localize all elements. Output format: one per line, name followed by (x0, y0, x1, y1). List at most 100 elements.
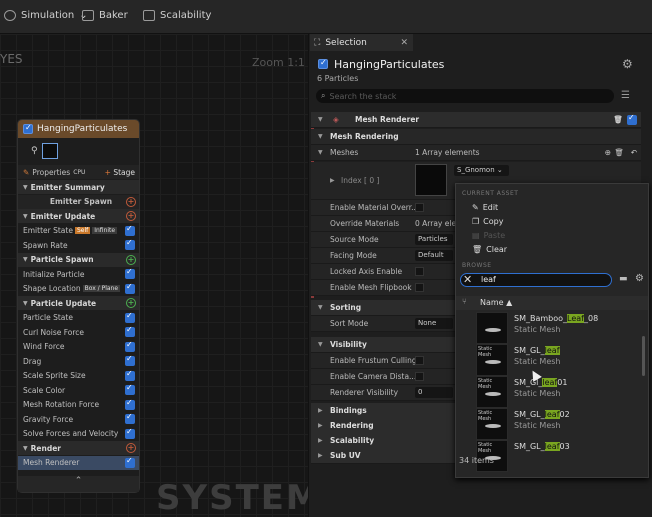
stack-row-enable-checkbox[interactable] (125, 383, 135, 395)
properties-row[interactable]: ✎ Properties CPU + Stage (18, 165, 139, 179)
add-module-icon[interactable]: + (126, 298, 136, 308)
asset-list-header[interactable]: ⑂ Name ▲ (456, 296, 648, 310)
collapse-arrow-icon: ▼ (318, 304, 323, 311)
asset-list-item[interactable]: SM_Bamboo_Leaf_08 Static Mesh (476, 312, 641, 345)
enable-material-override-checkbox[interactable] (415, 203, 424, 212)
stack-row-enable-checkbox[interactable] (125, 267, 135, 279)
mesh-flipbook-checkbox[interactable] (415, 283, 424, 292)
baker-button[interactable]: Baker (82, 10, 128, 21)
gear-icon[interactable]: ⚙ (635, 273, 644, 284)
asset-list-scrollbar[interactable] (642, 336, 645, 376)
stack-row-enable-checkbox[interactable] (125, 282, 135, 294)
tab-selection[interactable]: ⛶ Selection ✕ (310, 34, 413, 51)
sort-mode-dropdown[interactable]: None (415, 318, 453, 329)
asset-name-match: leaf (544, 346, 560, 355)
stack-row-enable-checkbox[interactable] (125, 224, 135, 236)
frustum-culling-checkbox[interactable] (415, 356, 424, 365)
stack-row[interactable]: Gravity Force (18, 412, 139, 426)
stack-row-badge: Self (74, 227, 91, 234)
stack-row[interactable]: ▼ Emitter Update + (18, 209, 139, 223)
chevron-down-icon: ⌄ (496, 166, 503, 174)
system-watermark: SYSTEM (156, 478, 322, 517)
stack-row-enable-checkbox[interactable] (125, 369, 135, 381)
folder-icon[interactable]: ▬ (619, 274, 628, 284)
stack-row-enable-checkbox[interactable] (125, 427, 135, 439)
edit-label: Edit (482, 203, 499, 212)
emitter-node-header[interactable]: HangingParticulates (18, 120, 139, 138)
asset-list-item[interactable]: Static Mesh SM_GL_leaf02 Static Mesh (476, 408, 641, 441)
collapse-node-button[interactable]: ⌃ (18, 476, 139, 492)
renderer-visibility-input[interactable]: 0 (415, 387, 453, 398)
stack-row[interactable]: ▼ Render + (18, 441, 139, 455)
stack-row[interactable]: Drag (18, 354, 139, 368)
emitter-enable-checkbox-panel[interactable] (318, 58, 328, 69)
stack-row[interactable]: Initialize Particle (18, 267, 139, 281)
stack-row[interactable]: Scale Sprite Size (18, 369, 139, 383)
stack-row[interactable]: Shape Location Box / Plane (18, 282, 139, 296)
asset-name-match: Leaf (567, 314, 584, 323)
asset-list-item[interactable]: Static Mesh SM_Gl_leaf01 Static Mesh (476, 376, 641, 409)
clear-menu-item[interactable]: 🗑 Clear (472, 245, 507, 254)
paste-menu-item[interactable]: ▤ Paste (472, 231, 505, 240)
add-element-icon[interactable]: ⊕ (605, 148, 611, 157)
stack-row-enable-checkbox[interactable] (125, 412, 135, 424)
mesh-rendering-section[interactable]: ▼ Mesh Rendering (311, 129, 641, 145)
locked-axis-checkbox[interactable] (415, 267, 424, 276)
add-module-icon[interactable]: + (126, 211, 136, 221)
trash-icon[interactable]: 🗑 (614, 148, 624, 157)
stack-row-enable-checkbox[interactable] (125, 325, 135, 337)
stack-row[interactable]: Emitter State Self Infinite (18, 224, 139, 238)
scalability-section-label: Scalability (330, 436, 375, 445)
stack-row[interactable]: Emitter Spawn + (18, 194, 139, 209)
close-icon[interactable]: ✕ (400, 38, 408, 48)
stack-row[interactable]: Curl Noise Force (18, 325, 139, 339)
facing-mode-dropdown[interactable]: Default (415, 250, 453, 261)
gear-icon[interactable]: ⚙ (622, 57, 633, 71)
meshes-row[interactable]: ▼ Meshes 1 Array elements ⊕ 🗑 ↶ (311, 145, 641, 161)
stack-row[interactable]: Scale Color (18, 383, 139, 397)
edit-menu-item[interactable]: ✎ Edit (472, 203, 498, 212)
stack-row-enable-checkbox[interactable] (125, 340, 135, 352)
stack-row-enable-checkbox[interactable] (125, 238, 135, 250)
stack-row[interactable]: ▼ Emitter Summary (18, 180, 139, 194)
stack-search-input[interactable]: ⌕ Search the stack (316, 89, 614, 103)
stack-row-enable-checkbox[interactable] (125, 354, 135, 366)
source-mode-dropdown[interactable]: Particles (415, 234, 453, 245)
stack-row-label: Mesh Renderer (23, 458, 80, 467)
filter-icon[interactable]: ☰ (621, 90, 630, 101)
simulation-menu[interactable]: Simulation ⌄ (4, 10, 88, 21)
asset-search-input[interactable]: leaf (460, 273, 612, 287)
mesh-renderer-enable-checkbox[interactable] (627, 113, 637, 125)
stack-row[interactable]: Solve Forces and Velocity (18, 427, 139, 441)
stack-row[interactable]: Mesh Rotation Force (18, 398, 139, 412)
mesh-renderer-header[interactable]: ▼ ◈ Mesh Renderer 🗑 (311, 112, 641, 128)
stack-row[interactable]: Spawn Rate (18, 238, 139, 252)
mesh-asset-dropdown[interactable]: S_Gnomon ⌄ (454, 165, 509, 176)
stack-row-enable-checkbox[interactable] (125, 398, 135, 410)
stack-row-enable-checkbox[interactable] (125, 311, 135, 323)
copy-menu-item[interactable]: ❐ Copy (472, 217, 503, 226)
emitter-node[interactable]: HangingParticulates ⚲ ✎ Properties CPU +… (17, 119, 140, 493)
scalability-button[interactable]: Scalability (143, 10, 211, 21)
stack-row[interactable]: ▼ Particle Spawn + (18, 252, 139, 267)
asset-list-item[interactable]: Static Mesh SM_GL_leaf Static Mesh (476, 344, 641, 377)
asset-list-item[interactable]: Static Mesh SM_GL_leaf03 (476, 440, 641, 473)
trash-icon[interactable]: 🗑 (613, 115, 623, 124)
camera-distance-checkbox[interactable] (415, 372, 424, 381)
mesh-flipbook-label: Enable Mesh Flipbook (330, 283, 412, 292)
add-module-icon[interactable]: + (126, 254, 136, 265)
stack-row[interactable]: Particle State (18, 311, 139, 325)
add-module-icon[interactable]: + (126, 196, 136, 207)
hierarchy-icon: ⑂ (462, 297, 467, 306)
stack-row-enable-checkbox[interactable] (125, 456, 135, 468)
emitter-enable-checkbox[interactable] (23, 123, 33, 134)
clear-search-icon[interactable]: ✕ (463, 273, 472, 286)
reset-icon[interactable]: ↶ (631, 148, 637, 157)
stack-row[interactable]: Mesh Renderer (18, 455, 139, 470)
add-module-icon[interactable]: + (126, 443, 136, 453)
stack-row[interactable]: ▼ Particle Update + (18, 296, 139, 310)
stage-button[interactable]: + Stage (105, 168, 135, 177)
stack-row[interactable]: Wind Force (18, 340, 139, 354)
mesh-asset-thumbnail[interactable] (415, 164, 447, 196)
collapse-arrow-icon: ▼ (318, 341, 323, 348)
